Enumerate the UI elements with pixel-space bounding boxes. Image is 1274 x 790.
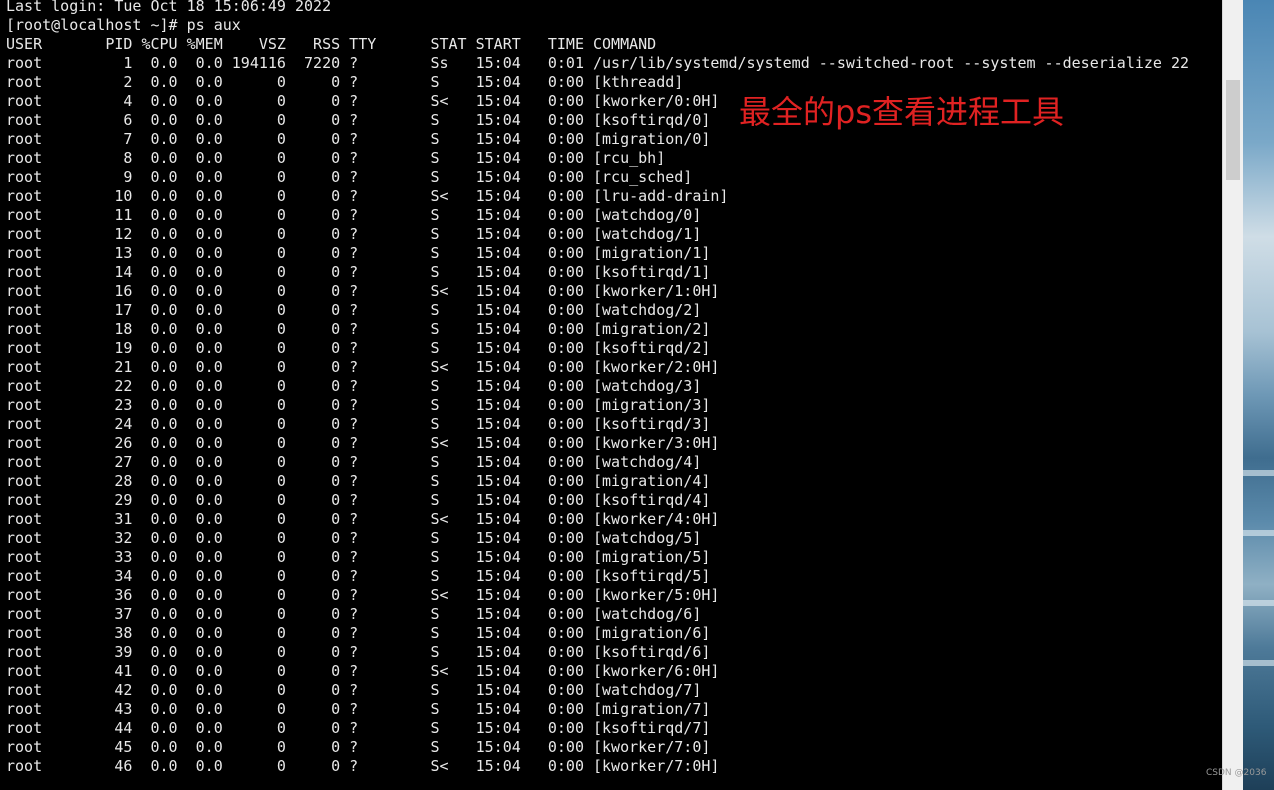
process-row: root 37 0.0 0.0 0 0 ? S 15:04 0:00 [watc… (6, 605, 702, 623)
process-row: root 4 0.0 0.0 0 0 ? S< 15:04 0:00 [kwor… (6, 92, 720, 110)
process-row: root 27 0.0 0.0 0 0 ? S 15:04 0:00 [watc… (6, 453, 702, 471)
shell-prompt-line: [root@localhost ~]# ps aux (6, 16, 241, 34)
process-row: root 43 0.0 0.0 0 0 ? S 15:04 0:00 [migr… (6, 700, 711, 718)
wallpaper-wave (1243, 600, 1274, 606)
process-row: root 28 0.0 0.0 0 0 ? S 15:04 0:00 [migr… (6, 472, 711, 490)
last-login-line: Last login: Tue Oct 18 15:06:49 2022 (6, 0, 332, 15)
process-row: root 10 0.0 0.0 0 0 ? S< 15:04 0:00 [lru… (6, 187, 729, 205)
process-row: root 16 0.0 0.0 0 0 ? S< 15:04 0:00 [kwo… (6, 282, 720, 300)
process-row: root 7 0.0 0.0 0 0 ? S 15:04 0:00 [migra… (6, 130, 711, 148)
column-header-line: USER PID %CPU %MEM VSZ RSS TTY STAT STAR… (6, 35, 657, 53)
process-row: root 26 0.0 0.0 0 0 ? S< 15:04 0:00 [kwo… (6, 434, 720, 452)
process-row: root 46 0.0 0.0 0 0 ? S< 15:04 0:00 [kwo… (6, 757, 720, 775)
process-row: root 6 0.0 0.0 0 0 ? S 15:04 0:00 [ksoft… (6, 111, 711, 129)
process-row: root 18 0.0 0.0 0 0 ? S 15:04 0:00 [migr… (6, 320, 711, 338)
process-row: root 44 0.0 0.0 0 0 ? S 15:04 0:00 [ksof… (6, 719, 711, 737)
process-row: root 11 0.0 0.0 0 0 ? S 15:04 0:00 [watc… (6, 206, 702, 224)
wallpaper-wave (1243, 470, 1274, 476)
process-row: root 22 0.0 0.0 0 0 ? S 15:04 0:00 [watc… (6, 377, 702, 395)
process-row: root 14 0.0 0.0 0 0 ? S 15:04 0:00 [ksof… (6, 263, 711, 281)
terminal-scrollbar[interactable] (1222, 0, 1243, 790)
process-row: root 9 0.0 0.0 0 0 ? S 15:04 0:00 [rcu_s… (6, 168, 693, 186)
annotation-caption: 最全的ps查看进程工具 (739, 93, 1064, 131)
wallpaper-wave (1243, 530, 1274, 536)
process-row: root 1 0.0 0.0 194116 7220 ? Ss 15:04 0:… (6, 54, 1190, 72)
process-row: root 33 0.0 0.0 0 0 ? S 15:04 0:00 [migr… (6, 548, 711, 566)
wallpaper-wave (1243, 660, 1274, 666)
process-row: root 32 0.0 0.0 0 0 ? S 15:04 0:00 [watc… (6, 529, 702, 547)
desktop-wallpaper (1243, 0, 1274, 790)
process-row: root 31 0.0 0.0 0 0 ? S< 15:04 0:00 [kwo… (6, 510, 720, 528)
process-row: root 42 0.0 0.0 0 0 ? S 15:04 0:00 [watc… (6, 681, 702, 699)
scrollbar-thumb[interactable] (1226, 80, 1240, 180)
process-row: root 34 0.0 0.0 0 0 ? S 15:04 0:00 [ksof… (6, 567, 711, 585)
process-row: root 39 0.0 0.0 0 0 ? S 15:04 0:00 [ksof… (6, 643, 711, 661)
process-row: root 36 0.0 0.0 0 0 ? S< 15:04 0:00 [kwo… (6, 586, 720, 604)
process-row: root 8 0.0 0.0 0 0 ? S 15:04 0:00 [rcu_b… (6, 149, 666, 167)
process-row: root 23 0.0 0.0 0 0 ? S 15:04 0:00 [migr… (6, 396, 711, 414)
process-row: root 38 0.0 0.0 0 0 ? S 15:04 0:00 [migr… (6, 624, 711, 642)
process-row: root 41 0.0 0.0 0 0 ? S< 15:04 0:00 [kwo… (6, 662, 720, 680)
process-row: root 24 0.0 0.0 0 0 ? S 15:04 0:00 [ksof… (6, 415, 711, 433)
process-row: root 2 0.0 0.0 0 0 ? S 15:04 0:00 [kthre… (6, 73, 684, 91)
process-row: root 13 0.0 0.0 0 0 ? S 15:04 0:00 [migr… (6, 244, 711, 262)
process-row: root 17 0.0 0.0 0 0 ? S 15:04 0:00 [watc… (6, 301, 702, 319)
process-row: root 19 0.0 0.0 0 0 ? S 15:04 0:00 [ksof… (6, 339, 711, 357)
process-row: root 29 0.0 0.0 0 0 ? S 15:04 0:00 [ksof… (6, 491, 711, 509)
process-row: root 12 0.0 0.0 0 0 ? S 15:04 0:00 [watc… (6, 225, 702, 243)
watermark: CSDN @2036 (1206, 768, 1267, 778)
process-row: root 45 0.0 0.0 0 0 ? S 15:04 0:00 [kwor… (6, 738, 711, 756)
process-row: root 21 0.0 0.0 0 0 ? S< 15:04 0:00 [kwo… (6, 358, 720, 376)
